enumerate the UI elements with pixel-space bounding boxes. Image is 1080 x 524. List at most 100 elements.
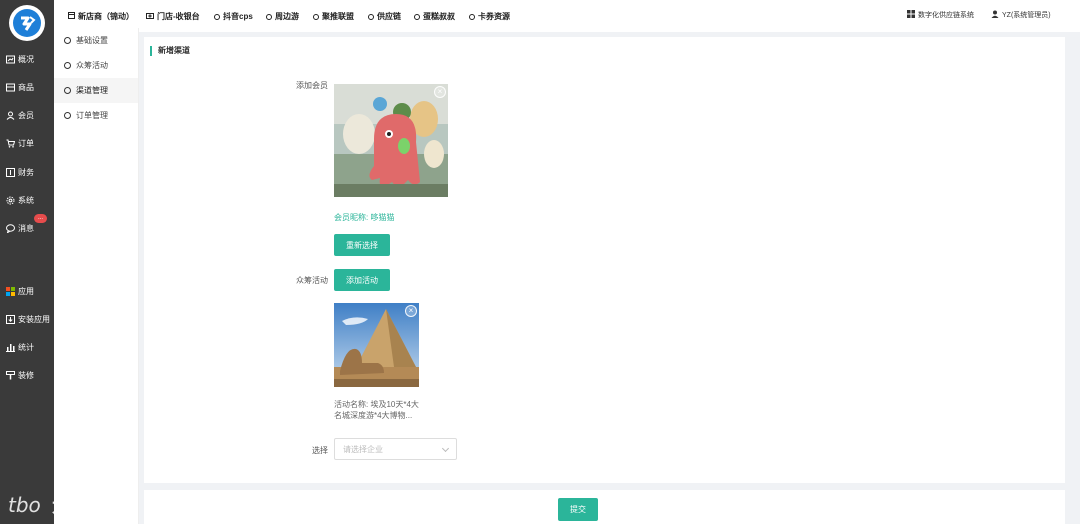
watermark: tbo 大数跨境 — [8, 490, 148, 518]
system-switch[interactable]: 数字化供应链系统 — [907, 10, 974, 20]
circle-icon — [64, 112, 71, 119]
topnav-label: 聚推联盟 — [322, 12, 354, 21]
leftnav-label: 应用 — [18, 286, 34, 296]
leftnav-label: 会员 — [18, 110, 34, 120]
subnav-item-crowdfund[interactable]: 众筹活动 — [54, 53, 138, 78]
footer-bar: 提交 — [144, 490, 1065, 524]
leftnav-label: 概况 — [18, 54, 34, 64]
add-activity-button[interactable]: 添加活动 — [334, 269, 390, 291]
topnav-label: 卡券资源 — [478, 12, 510, 21]
left-sidebar: 概况 商品 会员 订单 财务 系统 消息 ... 应用 安装应用 统计 装修 — [0, 0, 54, 524]
member-label: 添加会员 — [296, 81, 328, 90]
leftnav-item-overview[interactable]: 概况 — [0, 49, 54, 69]
topnav-item-cake[interactable]: 蛋糕叔叔 — [414, 11, 455, 22]
overview-icon — [6, 55, 15, 64]
topnav-store[interactable]: 新店商（锦动） — [68, 11, 134, 22]
topnav-item-douyin[interactable]: 抖音cps — [214, 11, 253, 22]
circle-icon — [266, 13, 272, 20]
svg-text:tbo: tbo — [8, 493, 41, 517]
store-icon — [68, 12, 75, 21]
submit-button[interactable]: 提交 — [558, 498, 598, 521]
subnav-label: 渠道管理 — [76, 86, 108, 95]
leftnav-item-install[interactable]: 安装应用 — [0, 309, 54, 329]
company-select[interactable]: 请选择企业 — [334, 438, 457, 460]
member-nickname: 会员昵称: 哆猫猫 — [334, 213, 395, 222]
leftnav-label: 财务 — [18, 167, 34, 177]
leftnav-item-finance[interactable]: 财务 — [0, 162, 54, 182]
subnav-item-channel[interactable]: 渠道管理 — [54, 78, 138, 103]
leftnav-label: 统计 — [18, 342, 34, 352]
leftnav-label: 商品 — [18, 82, 34, 92]
topnav-item-tour[interactable]: 周边游 — [266, 11, 299, 22]
topnav-item-cashier[interactable]: 门店-收银台 — [146, 11, 200, 22]
leftnav-label: 订单 — [18, 138, 34, 148]
cashier-icon — [146, 12, 154, 21]
member-avatar-image: × — [334, 84, 448, 197]
system-name: 数字化供应链系统 — [918, 12, 974, 19]
circle-icon — [214, 13, 220, 20]
leftnav-item-goods[interactable]: 商品 — [0, 77, 54, 97]
topnav-label: 门店-收银台 — [157, 12, 200, 21]
leftnav-item-member[interactable]: 会员 — [0, 105, 54, 125]
goods-icon — [6, 83, 15, 92]
subnav-label: 众筹活动 — [76, 61, 108, 70]
leftnav-item-decorate[interactable]: 装修 — [0, 365, 54, 385]
circle-icon — [64, 62, 71, 69]
topnav-item-union[interactable]: 聚推联盟 — [313, 11, 354, 22]
circle-icon — [313, 13, 319, 20]
message-badge: ... — [34, 214, 47, 223]
gear-icon — [6, 196, 15, 205]
topnav-label: 蛋糕叔叔 — [423, 12, 455, 21]
reselect-button[interactable]: 重新选择 — [334, 234, 390, 256]
content-card: 新增渠道 添加会员 × 会员昵称: 哆猫猫 重新选择 众筹活动 添加活动 × 活… — [144, 37, 1065, 483]
user-name: YZ(系统管理员) — [1002, 12, 1051, 19]
leftnav-label: 系统 — [18, 195, 34, 205]
grid-icon — [907, 10, 915, 20]
user-icon — [991, 10, 999, 20]
brush-icon — [6, 370, 15, 380]
finance-icon — [6, 167, 15, 177]
chevron-down-icon — [441, 444, 450, 453]
subnav-item-basic[interactable]: 基础设置 — [54, 28, 138, 53]
message-icon — [6, 223, 15, 233]
install-icon — [6, 314, 15, 324]
circle-icon — [368, 13, 374, 20]
remove-member-button[interactable]: × — [434, 86, 446, 98]
select-label: 选择 — [312, 446, 328, 455]
subnav-item-orders[interactable]: 订单管理 — [54, 103, 138, 128]
activity-description: 活动名称: 埃及10天*4大名城深度游*4大博物... — [334, 400, 419, 420]
circle-icon — [414, 13, 420, 20]
leftnav-item-apps[interactable]: 应用 — [0, 281, 54, 301]
topnav-store-label: 新店商（锦动） — [78, 12, 134, 21]
circle-icon — [64, 87, 71, 94]
top-header: 新店商（锦动） 门店-收银台 抖音cps 周边游 聚推联盟 供应链 蛋糕叔叔 卡… — [54, 0, 1080, 32]
circle-icon — [469, 13, 475, 20]
bar-chart-icon — [6, 343, 15, 352]
topnav-item-voucher[interactable]: 卡券资源 — [469, 11, 510, 22]
subnav-label: 基础设置 — [76, 36, 108, 45]
activity-image: × — [334, 303, 419, 387]
leftnav-item-order[interactable]: 订单 — [0, 133, 54, 153]
sub-sidebar: 基础设置 众筹活动 渠道管理 订单管理 — [54, 28, 139, 524]
subnav-label: 订单管理 — [76, 111, 108, 120]
svg-text:大数跨境: 大数跨境 — [52, 495, 124, 517]
user-menu[interactable]: YZ(系统管理员) — [991, 10, 1051, 20]
select-placeholder: 请选择企业 — [343, 444, 383, 454]
cart-icon — [6, 139, 15, 148]
activity-label: 众筹活动 — [296, 276, 328, 285]
leftnav-label: 消息 — [18, 223, 34, 233]
topnav-item-supply[interactable]: 供应链 — [368, 11, 401, 22]
leftnav-item-stats[interactable]: 统计 — [0, 337, 54, 357]
topnav-label: 供应链 — [377, 12, 401, 21]
leftnav-item-system[interactable]: 系统 — [0, 190, 54, 210]
topnav-label: 周边游 — [275, 12, 299, 21]
page-title: 新增渠道 — [150, 46, 190, 56]
circle-icon — [64, 37, 71, 44]
member-icon — [6, 111, 15, 120]
leftnav-label: 安装应用 — [18, 314, 50, 324]
topnav-label: 抖音cps — [223, 12, 253, 21]
remove-activity-button[interactable]: × — [405, 305, 417, 317]
leftnav-label: 装修 — [18, 370, 34, 380]
apps-grid-icon — [6, 286, 15, 296]
app-logo[interactable] — [9, 5, 45, 41]
